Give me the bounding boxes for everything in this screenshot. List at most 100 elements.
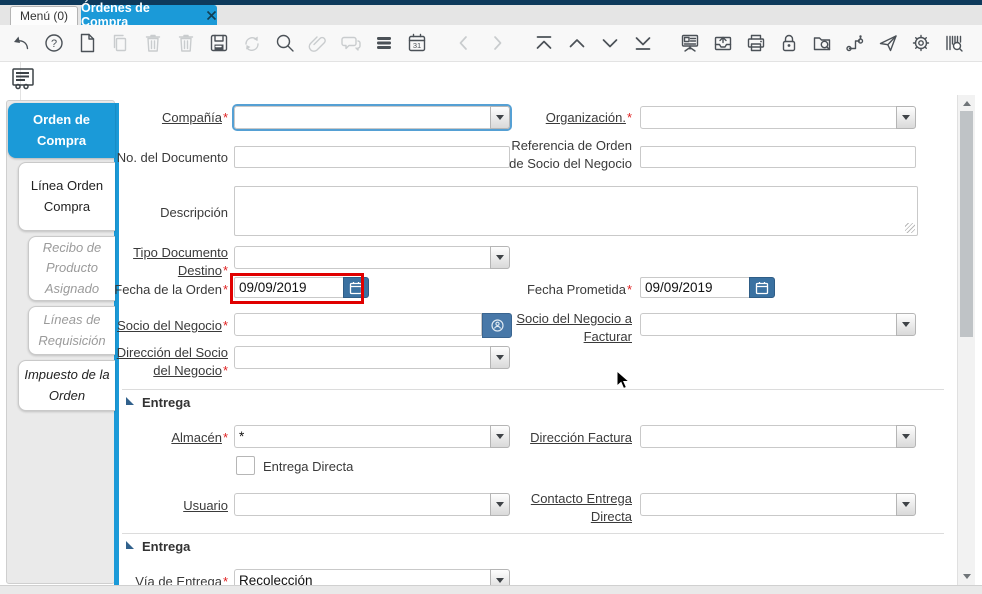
contacto-entrega-label: Contacto Entrega Directa xyxy=(530,491,632,524)
direccion-factura-input[interactable] xyxy=(640,425,896,448)
almacen-input[interactable] xyxy=(234,425,490,448)
chevron-down-icon[interactable] xyxy=(490,493,510,516)
organizacion-combobox[interactable] xyxy=(640,106,916,129)
direccion-factura-label: Dirección Factura xyxy=(530,430,632,445)
socio-facturar-combobox[interactable] xyxy=(640,313,916,336)
sidebar-tab-recibo-producto-asignado[interactable]: Recibo de Producto Asignado xyxy=(28,236,115,301)
chevron-down-icon[interactable] xyxy=(896,425,916,448)
svg-text:31: 31 xyxy=(413,41,421,50)
socio-facturar-label: Socio del Negocio a Facturar xyxy=(516,311,632,344)
chevron-down-icon[interactable] xyxy=(490,346,510,369)
detail-record-icon[interactable] xyxy=(599,32,621,54)
fecha-prometida-input[interactable] xyxy=(640,277,749,298)
descripcion-label: Descripción xyxy=(160,205,228,220)
chevron-down-icon[interactable] xyxy=(490,106,510,129)
attachment-icon[interactable] xyxy=(307,32,329,54)
save-icon[interactable] xyxy=(208,32,230,54)
horizontal-scrollbar[interactable] xyxy=(0,585,982,594)
vertical-scrollbar[interactable] xyxy=(957,95,975,585)
sidebar-tab-orden-de-compra[interactable]: Orden de Compra xyxy=(8,103,115,158)
chevron-down-icon[interactable] xyxy=(490,246,510,269)
section-collapse-icon[interactable] xyxy=(126,397,134,405)
chevron-down-icon[interactable] xyxy=(896,106,916,129)
tab-ordenes-de-compra[interactable]: Órdenes de Compra xyxy=(81,1,217,29)
calendar-picker-icon[interactable] xyxy=(749,277,775,298)
toggle-grid-icon[interactable] xyxy=(373,32,395,54)
sidebar-tab-label: Recibo de Producto Asignado xyxy=(42,240,102,296)
last-record-icon[interactable] xyxy=(632,32,654,54)
previous-record-icon[interactable] xyxy=(453,32,475,54)
scroll-up-icon[interactable] xyxy=(963,101,971,106)
archive-icon[interactable] xyxy=(712,32,734,54)
tipo-documento-destino-label: Tipo Documento Destino* xyxy=(133,245,228,278)
almacen-combobox[interactable] xyxy=(234,425,510,448)
lock-icon[interactable] xyxy=(778,32,800,54)
contacto-entrega-combobox[interactable] xyxy=(640,493,916,516)
refresh-icon[interactable] xyxy=(241,32,263,54)
calendar-icon[interactable]: 31 xyxy=(406,32,428,54)
chevron-down-icon[interactable] xyxy=(490,425,510,448)
sidebar-tab-impuesto-orden[interactable]: Impuesto de la Orden xyxy=(18,360,115,411)
tipo-documento-destino-combobox[interactable] xyxy=(234,246,510,269)
compania-combobox[interactable] xyxy=(234,106,510,129)
workflow-icon[interactable] xyxy=(844,32,866,54)
section-divider xyxy=(122,389,944,390)
tab-menu[interactable]: Menú (0) xyxy=(10,6,78,25)
print-icon[interactable] xyxy=(745,32,767,54)
delete-selection-icon[interactable] xyxy=(175,32,197,54)
entrega-directa-label: Entrega Directa xyxy=(263,459,354,474)
usuario-input[interactable] xyxy=(234,493,490,516)
product-info-icon[interactable] xyxy=(943,32,965,54)
help-icon[interactable]: ? xyxy=(43,32,65,54)
organizacion-input[interactable] xyxy=(640,106,896,129)
first-record-icon[interactable] xyxy=(533,32,555,54)
direccion-socio-combobox[interactable] xyxy=(234,346,510,369)
tipo-documento-destino-input[interactable] xyxy=(234,246,490,269)
request-icon[interactable] xyxy=(877,32,899,54)
direccion-socio-input[interactable] xyxy=(234,346,490,369)
socio-negocio-input[interactable] xyxy=(234,313,482,336)
new-record-icon[interactable] xyxy=(76,32,98,54)
svg-text:?: ? xyxy=(51,38,57,50)
scroll-down-icon[interactable] xyxy=(963,574,971,579)
fecha-orden-input[interactable] xyxy=(234,277,343,298)
copy-record-icon[interactable] xyxy=(109,32,131,54)
undo-icon[interactable] xyxy=(10,32,32,54)
preference-icon[interactable] xyxy=(910,32,932,54)
entrega-directa-checkbox[interactable] xyxy=(236,456,255,475)
organizacion-label: Organización.* xyxy=(545,110,632,125)
find-icon[interactable] xyxy=(274,32,296,54)
almacen-label: Almacén* xyxy=(171,430,228,445)
section-title: Entrega xyxy=(142,539,191,554)
purchase-order-window: Menú (0) Órdenes de Compra ? 31 Orden de… xyxy=(0,0,982,594)
section-collapse-icon[interactable] xyxy=(126,541,134,549)
socio-facturar-input[interactable] xyxy=(640,313,896,336)
next-record-icon[interactable] xyxy=(486,32,508,54)
close-icon[interactable] xyxy=(206,10,217,21)
parent-record-icon[interactable] xyxy=(566,32,588,54)
chat-icon[interactable] xyxy=(340,32,362,54)
chevron-down-icon[interactable] xyxy=(896,493,916,516)
usuario-combobox[interactable] xyxy=(234,493,510,516)
window-tabbar: Menú (0) Órdenes de Compra xyxy=(0,1,982,29)
referencia-input[interactable] xyxy=(640,146,916,168)
sidebar-tab-label: Línea Orden Compra xyxy=(30,178,104,214)
report-icon[interactable] xyxy=(679,32,701,54)
calendar-picker-icon[interactable] xyxy=(343,277,369,298)
direccion-factura-combobox[interactable] xyxy=(640,425,916,448)
fecha-orden-field[interactable] xyxy=(234,277,369,298)
contacto-entrega-input[interactable] xyxy=(640,493,896,516)
compania-input[interactable] xyxy=(234,106,490,129)
delete-record-icon[interactable] xyxy=(142,32,164,54)
sidebar-tab-linea-orden-compra[interactable]: Línea Orden Compra xyxy=(18,162,115,231)
toggle-row-detail-icon[interactable] xyxy=(10,66,36,92)
fecha-prometida-field[interactable] xyxy=(640,277,775,298)
sidebar-tab-label: Impuesto de la Orden xyxy=(24,367,110,403)
zoom-across-icon[interactable] xyxy=(811,32,833,54)
sidebar-tab-lineas-requisicion[interactable]: Líneas de Requisición xyxy=(28,306,115,355)
chevron-down-icon[interactable] xyxy=(896,313,916,336)
mouse-cursor xyxy=(616,369,632,397)
descripcion-textarea[interactable] xyxy=(234,186,918,236)
no-documento-input[interactable] xyxy=(234,146,510,168)
scrollbar-thumb[interactable] xyxy=(960,111,973,337)
